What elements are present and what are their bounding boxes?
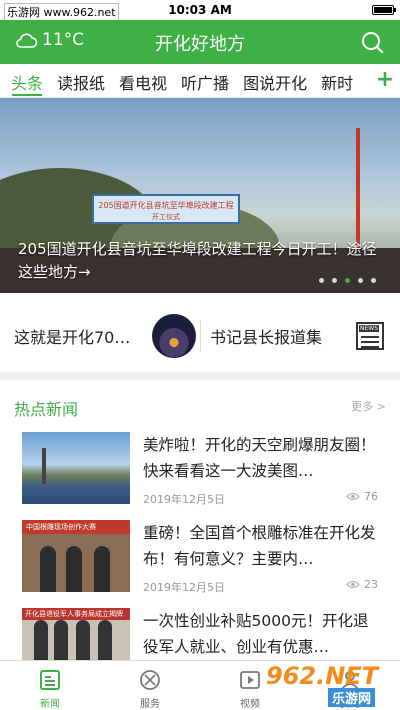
- carousel-dot[interactable]: [358, 278, 363, 283]
- carousel-dot[interactable]: [332, 278, 337, 283]
- carousel-dots: [319, 278, 376, 283]
- shortcut-kaihua-70[interactable]: 这就是开化70…: [14, 324, 130, 348]
- news-date: 2019年12月5日: [143, 581, 225, 594]
- shortcut-thumbnail[interactable]: [152, 314, 196, 358]
- eye-icon: [346, 581, 360, 588]
- banner-sign-subtext: 开工仪式: [152, 213, 180, 221]
- hot-news-header: 热点新闻 更多 >: [0, 380, 400, 426]
- carousel-dot[interactable]: [319, 278, 324, 283]
- thumb-banner: 中国根雕现场创作大赛: [22, 520, 130, 534]
- shortcuts-row: 这就是开化70… 书记县长报道集 NEWS: [0, 300, 400, 372]
- status-bar: 乐游网 www.962.net 10:03 AM: [0, 0, 400, 21]
- newspaper-line: [361, 341, 379, 343]
- thumb-person: [76, 620, 90, 660]
- section-title: 热点新闻: [14, 400, 79, 419]
- thumb-person: [66, 546, 82, 592]
- thumb-tower: [42, 448, 46, 484]
- thumb-person: [34, 620, 48, 660]
- nav-service-label: 服务: [140, 699, 160, 710]
- tab-new-era[interactable]: 新时: [314, 64, 360, 97]
- newspaper-line: [361, 346, 379, 348]
- news-date: 2019年12月5日: [143, 493, 225, 506]
- news-thumbnail: [22, 432, 130, 504]
- news-item[interactable]: 中国根雕现场创作大赛 重磅！全国首个根雕标准在开化发布！有何意义？主要内… 20…: [0, 516, 400, 612]
- news-thumbnail: 中国根雕现场创作大赛: [22, 520, 130, 592]
- search-icon[interactable]: [360, 30, 384, 54]
- section-gap: [0, 372, 400, 380]
- view-count: 76: [346, 490, 378, 503]
- view-count-value: 76: [364, 490, 378, 503]
- page-title: 开化好地方: [155, 34, 245, 55]
- view-count-value: 23: [364, 578, 378, 591]
- status-time: 10:03 AM: [168, 3, 232, 17]
- news-icon: [40, 670, 60, 690]
- divider: [200, 320, 201, 352]
- tab-newspaper[interactable]: 读报纸: [50, 64, 112, 97]
- watermark-brand: 962.NET: [266, 662, 379, 690]
- newspaper-icon[interactable]: NEWS: [356, 322, 384, 350]
- news-headline: 一次性创业补贴5000元！开化退役军人就业、创业有优惠…: [143, 612, 369, 656]
- tab-photo-stories[interactable]: 图说开化: [236, 64, 314, 97]
- tab-radio[interactable]: 听广播: [174, 64, 236, 97]
- watermark-name: 乐游网: [328, 688, 376, 707]
- news-item[interactable]: 开化县退役军人事务局成立揭牌 一次性创业补贴5000元！开化退役军人就业、创业有…: [0, 604, 400, 660]
- news-thumbnail: 开化县退役军人事务局成立揭牌: [22, 608, 130, 660]
- tab-headlines[interactable]: 头条: [4, 64, 50, 97]
- thumb-person: [54, 620, 68, 660]
- newspaper-line: [361, 336, 379, 338]
- carousel-dot-active[interactable]: [345, 278, 350, 283]
- tab-tv[interactable]: 看电视: [112, 64, 174, 97]
- thumb-person: [98, 620, 112, 660]
- nav-news-label: 新闻: [40, 699, 60, 710]
- view-count: 23: [346, 578, 378, 591]
- news-headline: 美炸啦！开化的天空刷爆朋友圈！快来看看这一大波美图…: [143, 436, 376, 480]
- news-headline: 重磅！全国首个根雕标准在开化发布！有何意义？主要内…: [143, 524, 376, 568]
- banner-sign: 205国道开化县音坑至华埠段改建工程 开工仪式: [92, 194, 240, 224]
- news-item[interactable]: 美炸啦！开化的天空刷爆朋友圈！快来看看这一大波美图… 2019年12月5日 76: [0, 428, 400, 524]
- app-header: 11°C 开化好地方: [0, 20, 400, 64]
- banner-crane: [356, 128, 360, 248]
- service-icon: [140, 670, 160, 690]
- thumb-person: [40, 546, 56, 592]
- thumb-banner: 开化县退役军人事务局成立揭牌: [22, 608, 130, 620]
- banner-sign-text: 205国道开化县音坑至华埠段改建工程: [98, 201, 234, 210]
- add-tab-button[interactable]: +: [370, 64, 400, 97]
- featured-banner[interactable]: 205国道开化县音坑至华埠段改建工程 开工仪式 205国道开化县音坑至华埠段改建…: [0, 98, 400, 293]
- eye-icon: [346, 493, 360, 500]
- site-watermark: 962.NET 乐游网: [258, 662, 398, 708]
- nav-service[interactable]: 服务: [100, 661, 200, 710]
- newspaper-icon-label: NEWS: [359, 325, 380, 332]
- nav-news[interactable]: 新闻: [0, 661, 100, 710]
- thumb-person: [94, 546, 110, 592]
- carousel-dot[interactable]: [371, 278, 376, 283]
- more-link[interactable]: 更多 >: [351, 398, 386, 414]
- shortcut-leader-reports[interactable]: 书记县长报道集: [210, 324, 322, 348]
- thumb-banner-text: 中国根雕现场创作大赛: [26, 523, 96, 531]
- thumb-banner-text: 开化县退役军人事务局成立揭牌: [25, 610, 123, 618]
- category-tabs: 头条 读报纸 看电视 听广播 图说开化 新时 +: [0, 64, 400, 98]
- battery-icon: [372, 5, 396, 15]
